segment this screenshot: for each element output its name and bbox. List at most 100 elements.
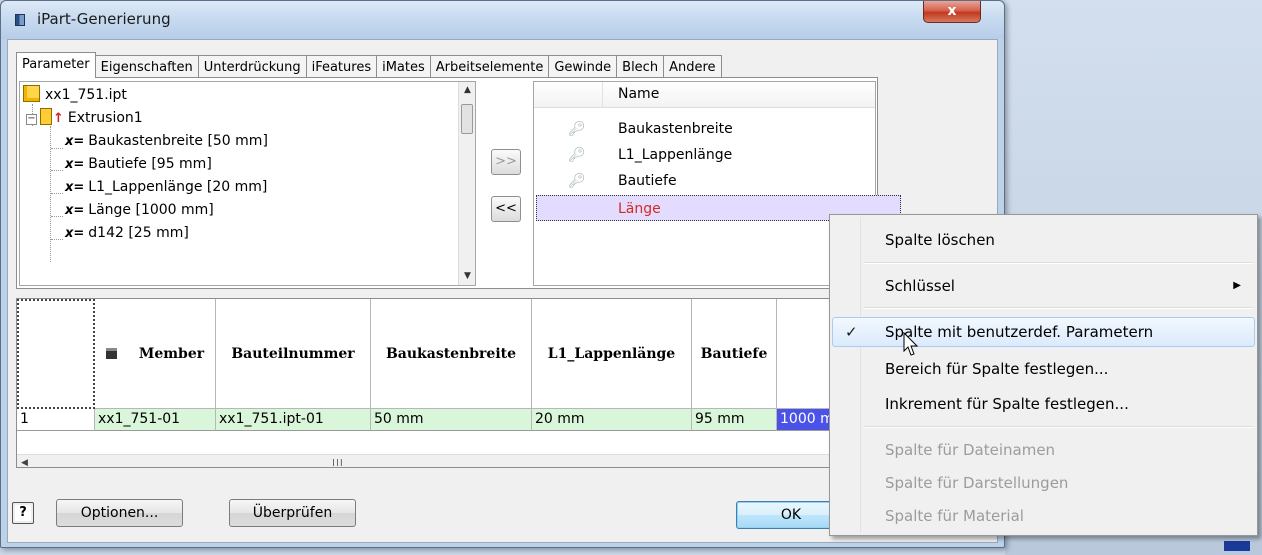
menu-item-set-increment[interactable]: Inkrement für Spalte festlegen... <box>832 389 1255 419</box>
submenu-arrow-icon: ▶ <box>1233 280 1241 291</box>
check-button[interactable]: Überprüfen <box>229 499 356 527</box>
tab-blech[interactable]: Blech <box>616 55 665 78</box>
tab-unterdrueckung[interactable]: Unterdrückung <box>197 55 307 78</box>
tree-feature-label: Extrusion1 <box>67 110 143 126</box>
list-header-name: Name <box>618 86 660 102</box>
cell-l1-lappenlaenge[interactable]: 20 mm <box>532 409 692 431</box>
cell-bauteilnummer[interactable]: xx1_751.ipt-01 <box>216 409 371 431</box>
extrusion-icon <box>40 108 52 125</box>
scroll-down-icon[interactable]: ▼ <box>459 268 475 285</box>
tree-param[interactable]: x= Baukastenbreite [50 mm] <box>65 130 268 152</box>
list-item-label: Bautiefe <box>618 173 677 189</box>
column-header-bautiefe[interactable]: Bautiefe <box>692 299 777 409</box>
column-header-l1-lappenlaenge[interactable]: L1_Lappenlänge <box>532 299 692 409</box>
column-header-bauteilnummer[interactable]: Bauteilnummer <box>216 299 371 409</box>
column-header-baukastenbreite[interactable]: Baukastenbreite <box>371 299 532 409</box>
menu-item-label: Bereich für Spalte festlegen... <box>885 360 1109 378</box>
list-item[interactable]: 🔑︎ Bautiefe <box>534 168 875 194</box>
tree-param-label: d142 [25 mm] <box>88 225 189 241</box>
tree-connector <box>50 126 51 262</box>
header-divider <box>602 82 603 108</box>
tree-scroll-thumb[interactable] <box>461 104 473 134</box>
menu-item-filename-column: Spalte für Dateinamen <box>832 435 1255 465</box>
menu-item-label: Inkrement für Spalte festlegen... <box>885 395 1129 413</box>
tree-param[interactable]: x= L1_Lappenlänge [20 mm] <box>65 176 267 198</box>
tree-root-label: xx1_751.ipt <box>45 87 127 103</box>
app-icon <box>15 14 25 26</box>
column-context-menu: Spalte löschen Schlüssel ▶ ✓ Spalte mit be… <box>829 214 1258 536</box>
parameter-icon: x= <box>65 180 85 195</box>
tree-param[interactable]: x= Länge [1000 mm] <box>65 199 214 221</box>
tree-param[interactable]: x= Bautiefe [95 mm] <box>65 153 212 175</box>
list-item-label: L1_Lappenlänge <box>618 147 733 163</box>
window-title: iPart-Generierung <box>37 10 171 28</box>
key-icon[interactable]: 🔑︎ <box>568 168 586 194</box>
cell-baukastenbreite[interactable]: 50 mm <box>371 409 532 431</box>
tree-param[interactable]: x= d142 [25 mm] <box>65 222 189 244</box>
collapse-icon[interactable]: − <box>26 114 37 125</box>
cell-member[interactable]: xx1_751-01 <box>95 409 216 431</box>
scroll-up-icon[interactable]: ▲ <box>459 82 475 99</box>
tree-param-label: Länge [1000 mm] <box>88 202 214 218</box>
scroll-grip[interactable]: III <box>332 455 344 467</box>
tab-gewinde[interactable]: Gewinde <box>548 55 618 78</box>
checkmark-icon: ✓ <box>845 323 858 341</box>
column-header-member[interactable]: Member <box>95 299 216 409</box>
parameter-tree[interactable]: xx1_751.ipt − ↑ Extrusion1 x= Baukastenbrei… <box>19 81 476 286</box>
parameter-icon: x= <box>65 203 85 218</box>
menu-separator <box>864 426 1253 428</box>
table-corner[interactable] <box>17 299 95 409</box>
list-item-label: Länge <box>618 201 661 217</box>
parameter-icon: x= <box>65 157 85 172</box>
key-icon[interactable]: 🔑︎ <box>568 116 586 142</box>
tab-ifeatures[interactable]: iFeatures <box>305 55 378 78</box>
close-button[interactable]: x <box>923 1 981 23</box>
cad-background-marker <box>1224 541 1250 551</box>
tab-strip: Parameter Eigenschaften Unterdrückung iF… <box>16 52 722 78</box>
menu-item-label: Spalte mit benutzerdef. Parametern <box>885 323 1154 341</box>
mouse-cursor-icon <box>903 332 919 356</box>
tree-scrollbar[interactable]: ▲ ▼ <box>458 82 475 285</box>
row-index[interactable]: 1 <box>17 409 95 431</box>
end-of-part-icon: ↑ <box>53 111 64 126</box>
menu-separator <box>864 307 1253 309</box>
tab-andere[interactable]: Andere <box>663 55 722 78</box>
tree-feature[interactable]: − ↑ Extrusion1 <box>26 107 143 129</box>
parameter-panel: xx1_751.ipt − ↑ Extrusion1 x= Baukastenbrei… <box>16 77 901 289</box>
menu-item-set-range[interactable]: Bereich für Spalte festlegen... <box>832 354 1255 384</box>
options-button[interactable]: Optionen... <box>56 499 183 527</box>
scroll-left-icon[interactable]: ◀ <box>21 455 28 467</box>
cell-bautiefe[interactable]: 95 mm <box>692 409 777 431</box>
menu-item-label: Spalte für Dateinamen <box>885 441 1056 459</box>
tab-parameter[interactable]: Parameter <box>16 52 96 78</box>
tab-arbeitselemente[interactable]: Arbeitselemente <box>429 55 550 78</box>
list-item[interactable]: 🔑︎ Baukastenbreite <box>534 116 875 142</box>
menu-item-label: Spalte für Darstellungen <box>885 474 1069 492</box>
key-icon[interactable]: 🔑︎ <box>568 142 586 168</box>
tree-param-label: L1_Lappenlänge [20 mm] <box>88 179 268 195</box>
menu-item-custom-parameter-column[interactable]: ✓ Spalte mit benutzerdef. Parametern <box>832 317 1255 347</box>
parameter-icon: x= <box>65 134 85 149</box>
list-item[interactable]: 🔑︎ L1_Lappenlänge <box>534 142 875 168</box>
member-table[interactable]: Member Bauteilnummer Baukastenbreite L1_… <box>16 298 878 468</box>
parameter-icon: x= <box>65 226 85 241</box>
list-header[interactable]: Name <box>534 82 875 108</box>
tree-connector <box>51 239 63 240</box>
part-icon <box>23 85 40 102</box>
title-bar[interactable]: iPart-Generierung x <box>1 1 1004 39</box>
tab-eigenschaften[interactable]: Eigenschaften <box>94 55 199 78</box>
tree-root[interactable]: xx1_751.ipt <box>23 84 127 106</box>
table-horizontal-scrollbar[interactable]: ◀ III <box>17 454 877 467</box>
menu-item-delete-column[interactable]: Spalte löschen <box>832 225 1255 255</box>
tab-imates[interactable]: iMates <box>376 55 431 78</box>
menu-item-label: Schlüssel <box>885 277 955 295</box>
menu-separator <box>864 262 1253 264</box>
tree-param-label: Baukastenbreite [50 mm] <box>88 133 268 149</box>
remove-parameter-button[interactable]: << <box>491 196 521 222</box>
add-parameter-button[interactable]: >> <box>491 149 521 175</box>
menu-item-label: Spalte für Material <box>885 507 1024 525</box>
menu-item-key[interactable]: Schlüssel ▶ <box>832 271 1255 301</box>
help-button[interactable]: ? <box>12 502 34 524</box>
column-header-label: Member <box>138 345 205 362</box>
selected-parameters-list[interactable]: Name 🔑︎ Baukastenbreite 🔑︎ L1_Lappenlänge … <box>533 81 901 286</box>
